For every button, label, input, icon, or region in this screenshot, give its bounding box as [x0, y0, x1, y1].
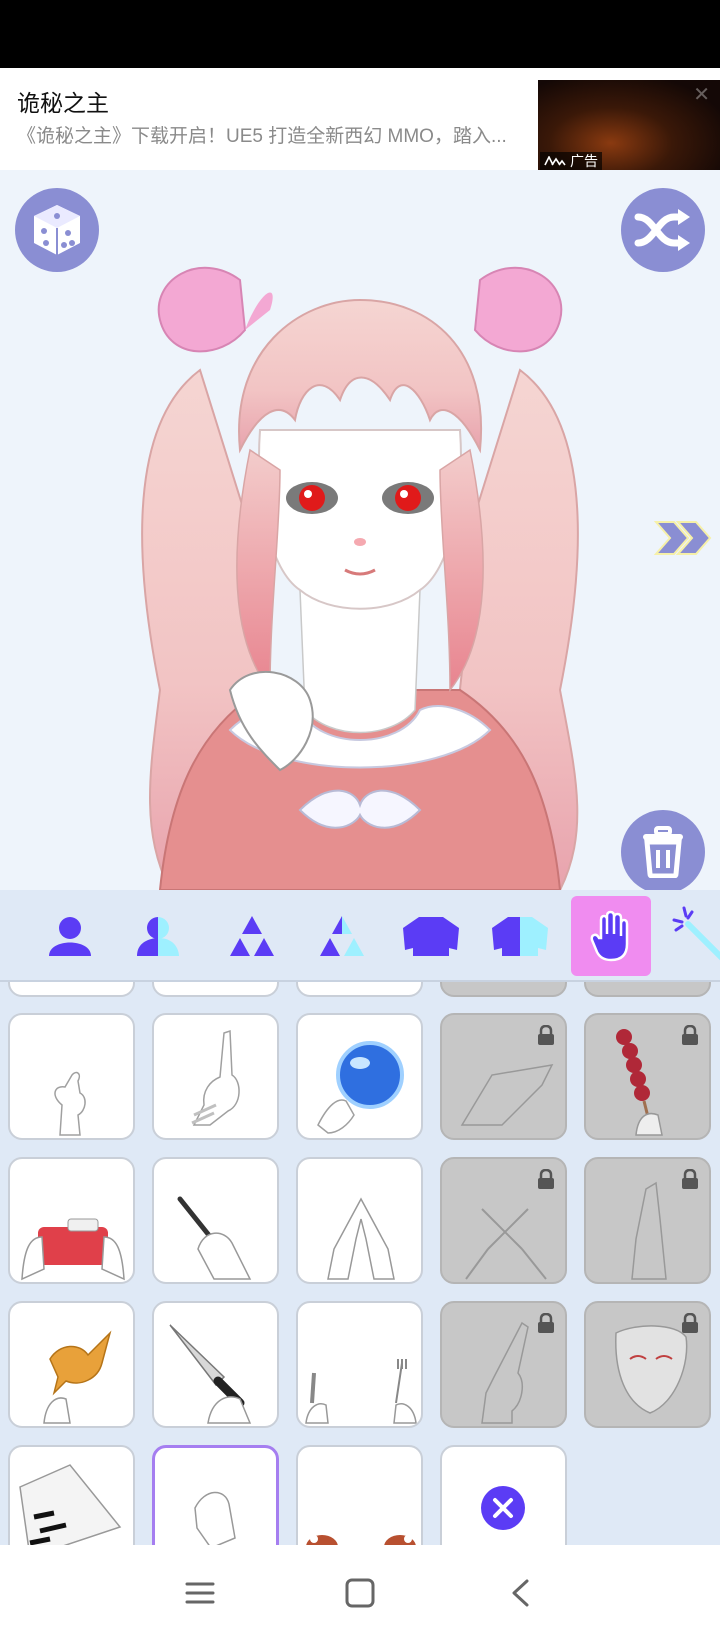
grid-item-camera[interactable]: [8, 1157, 135, 1284]
grid-item-mask[interactable]: [584, 1301, 711, 1428]
category-bar: [0, 890, 720, 982]
dice-icon: [34, 205, 80, 255]
grid-item[interactable]: [152, 982, 279, 997]
home-icon: [345, 1578, 375, 1608]
grid-item-crystal-ball[interactable]: [296, 1013, 423, 1140]
home-button[interactable]: [340, 1573, 380, 1613]
random-button[interactable]: [15, 188, 99, 272]
lock-icon: [682, 1313, 698, 1333]
ad-text[interactable]: 诡秘之主 《诡秘之主》下载开启！UE5 打造全新西幻 MMO，踏入...: [0, 68, 538, 170]
delete-button[interactable]: [621, 810, 705, 890]
grid-item-finger-heart[interactable]: [8, 1013, 135, 1140]
category-pattern[interactable]: [212, 896, 292, 976]
shuffle-icon: [634, 209, 690, 251]
sweater-icon: [403, 917, 459, 956]
shuffle-button[interactable]: [621, 188, 705, 272]
pointing-bandaged-thumbnail: [191, 1029, 240, 1126]
lock-icon: [682, 1169, 698, 1189]
camera-thumbnail: [21, 1218, 125, 1281]
grid-item-none[interactable]: [440, 1445, 567, 1545]
trash-icon: [643, 826, 683, 878]
grid-item[interactable]: [8, 982, 135, 997]
triangles-icon: [230, 916, 274, 956]
category-body-color[interactable]: [118, 896, 198, 976]
ad-label: 广告: [540, 152, 602, 170]
item-grid: [0, 982, 720, 1545]
grid-item-pointing-bandaged[interactable]: [152, 1013, 279, 1140]
knife-thumbnail: [169, 1324, 252, 1424]
body-split-icon: [137, 917, 179, 956]
back-button[interactable]: [500, 1573, 540, 1613]
category-hands[interactable]: [571, 896, 651, 976]
lock-icon: [538, 1025, 554, 1045]
phone-thumbnail: [177, 1196, 252, 1280]
lock-icon: [538, 1169, 554, 1189]
grid-item-fan[interactable]: [8, 1445, 135, 1545]
grid-item[interactable]: [296, 982, 423, 997]
fan-thumbnail: [19, 1464, 122, 1545]
body-icon: [49, 917, 91, 956]
grid-item-paws[interactable]: [296, 1445, 423, 1545]
close-icon[interactable]: ✕: [693, 82, 710, 107]
character-stage: [0, 170, 720, 890]
lock-icon: [538, 1313, 554, 1333]
hand-pose-thumbnail: [194, 1491, 236, 1545]
grid-item-crossed-hands[interactable]: [440, 1013, 567, 1140]
ad-description[interactable]: 《诡秘之主》下载开启！UE5 打造全新西幻 MMO，踏入...: [17, 122, 538, 152]
grid-item-knife-and-fork[interactable]: [296, 1301, 423, 1428]
grid-item-raised-hand[interactable]: [584, 1157, 711, 1284]
category-effects[interactable]: [660, 896, 720, 976]
grid-item-hand-pose[interactable]: [152, 1445, 279, 1545]
grid-item-bird[interactable]: [8, 1301, 135, 1428]
hand-icon: [590, 910, 629, 962]
back-icon: [512, 1579, 529, 1607]
grid-item-candied-haws[interactable]: [584, 1013, 711, 1140]
grid-item-knife[interactable]: [152, 1301, 279, 1428]
knife-and-fork-thumbnail: [305, 1359, 417, 1424]
system-nav-bar: [0, 1545, 720, 1640]
category-top-color[interactable]: [480, 896, 560, 976]
menu-icon: [185, 1582, 215, 1604]
ad-banner[interactable]: 诡秘之主 《诡秘之主》下载开启！UE5 打造全新西幻 MMO，踏入... ✕ 广…: [0, 68, 720, 170]
ad-logo-icon: [544, 156, 566, 166]
ad-label-text: 广告: [570, 153, 598, 169]
remove-icon: [481, 1486, 525, 1530]
grid-item[interactable]: [440, 982, 567, 997]
grid-item-pointing-up[interactable]: [440, 1301, 567, 1428]
ad-title[interactable]: 诡秘之主: [17, 88, 538, 118]
crystal-ball-thumbnail: [317, 1041, 404, 1134]
status-bar: [0, 0, 720, 68]
character-portrait: [141, 266, 579, 890]
ad-image[interactable]: ✕ 广告: [538, 80, 720, 170]
grid-item[interactable]: [584, 982, 711, 997]
lock-icon: [682, 1025, 698, 1045]
next-button[interactable]: [652, 516, 712, 566]
sweater-split-icon: [492, 917, 548, 956]
double-chevron-right-icon: [653, 521, 712, 555]
menu-button[interactable]: [180, 1573, 220, 1613]
magic-wand-icon: [672, 906, 720, 961]
grid-item-phone[interactable]: [152, 1157, 279, 1284]
category-top[interactable]: [391, 896, 471, 976]
category-body[interactable]: [30, 896, 110, 976]
heart-hands-thumbnail: [327, 1197, 395, 1280]
finger-heart-thumbnail: [54, 1071, 86, 1136]
grid-item-heart-hands[interactable]: [296, 1157, 423, 1284]
triangles-split-icon: [320, 916, 364, 956]
paws-thumbnail: [306, 1535, 416, 1545]
grid-item-crossed-fingers[interactable]: [440, 1157, 567, 1284]
category-pattern-color[interactable]: [302, 896, 382, 976]
bird-thumbnail: [43, 1330, 112, 1424]
